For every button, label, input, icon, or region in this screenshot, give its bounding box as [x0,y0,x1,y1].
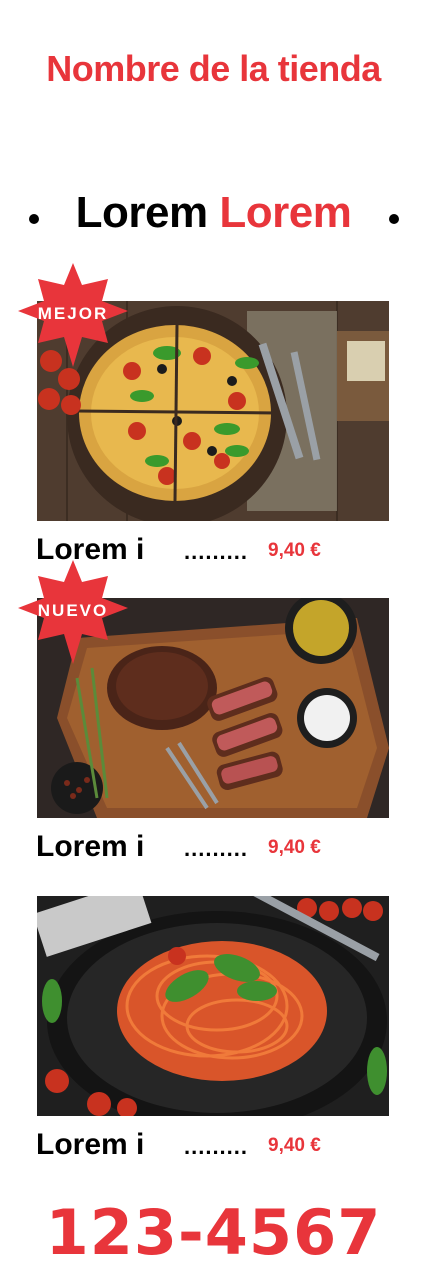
item-price: 9,40 € [268,1135,321,1156]
item-price: 9,40 € [268,540,321,561]
phone-number: 123-4567 [45,1196,382,1269]
bullet-dot-right [389,214,399,224]
heading-part-red: Lorem [219,188,352,237]
store-name: Nombre de la tienda [46,48,381,89]
item-name: Lorem i [36,1128,145,1161]
dot-leader: ......... [184,1134,249,1159]
menu-heading-title: Lorem Lorem [0,188,427,238]
badge-new: NUEVO [18,560,128,664]
menu-heading: Lorem Lorem [0,188,427,248]
dot-leader: ......... [184,836,249,861]
badge-label: MEJOR [37,304,109,323]
badge-best: MEJOR [18,263,128,367]
dot-leader: ......... [184,539,249,564]
heading-part-black: Lorem [75,188,208,237]
menu-item: MEJOR Lorem i ......... 9,40 € [0,263,427,586]
menu-item: Lorem i ......... 9,40 € [0,896,427,1181]
item-name: Lorem i [36,830,145,863]
menu-item: NUEVO Lorem i ......... 9,40 € [0,560,427,883]
item-price: 9,40 € [268,837,321,858]
spaghetti-photo [37,896,389,1116]
badge-label: NUEVO [37,601,109,620]
